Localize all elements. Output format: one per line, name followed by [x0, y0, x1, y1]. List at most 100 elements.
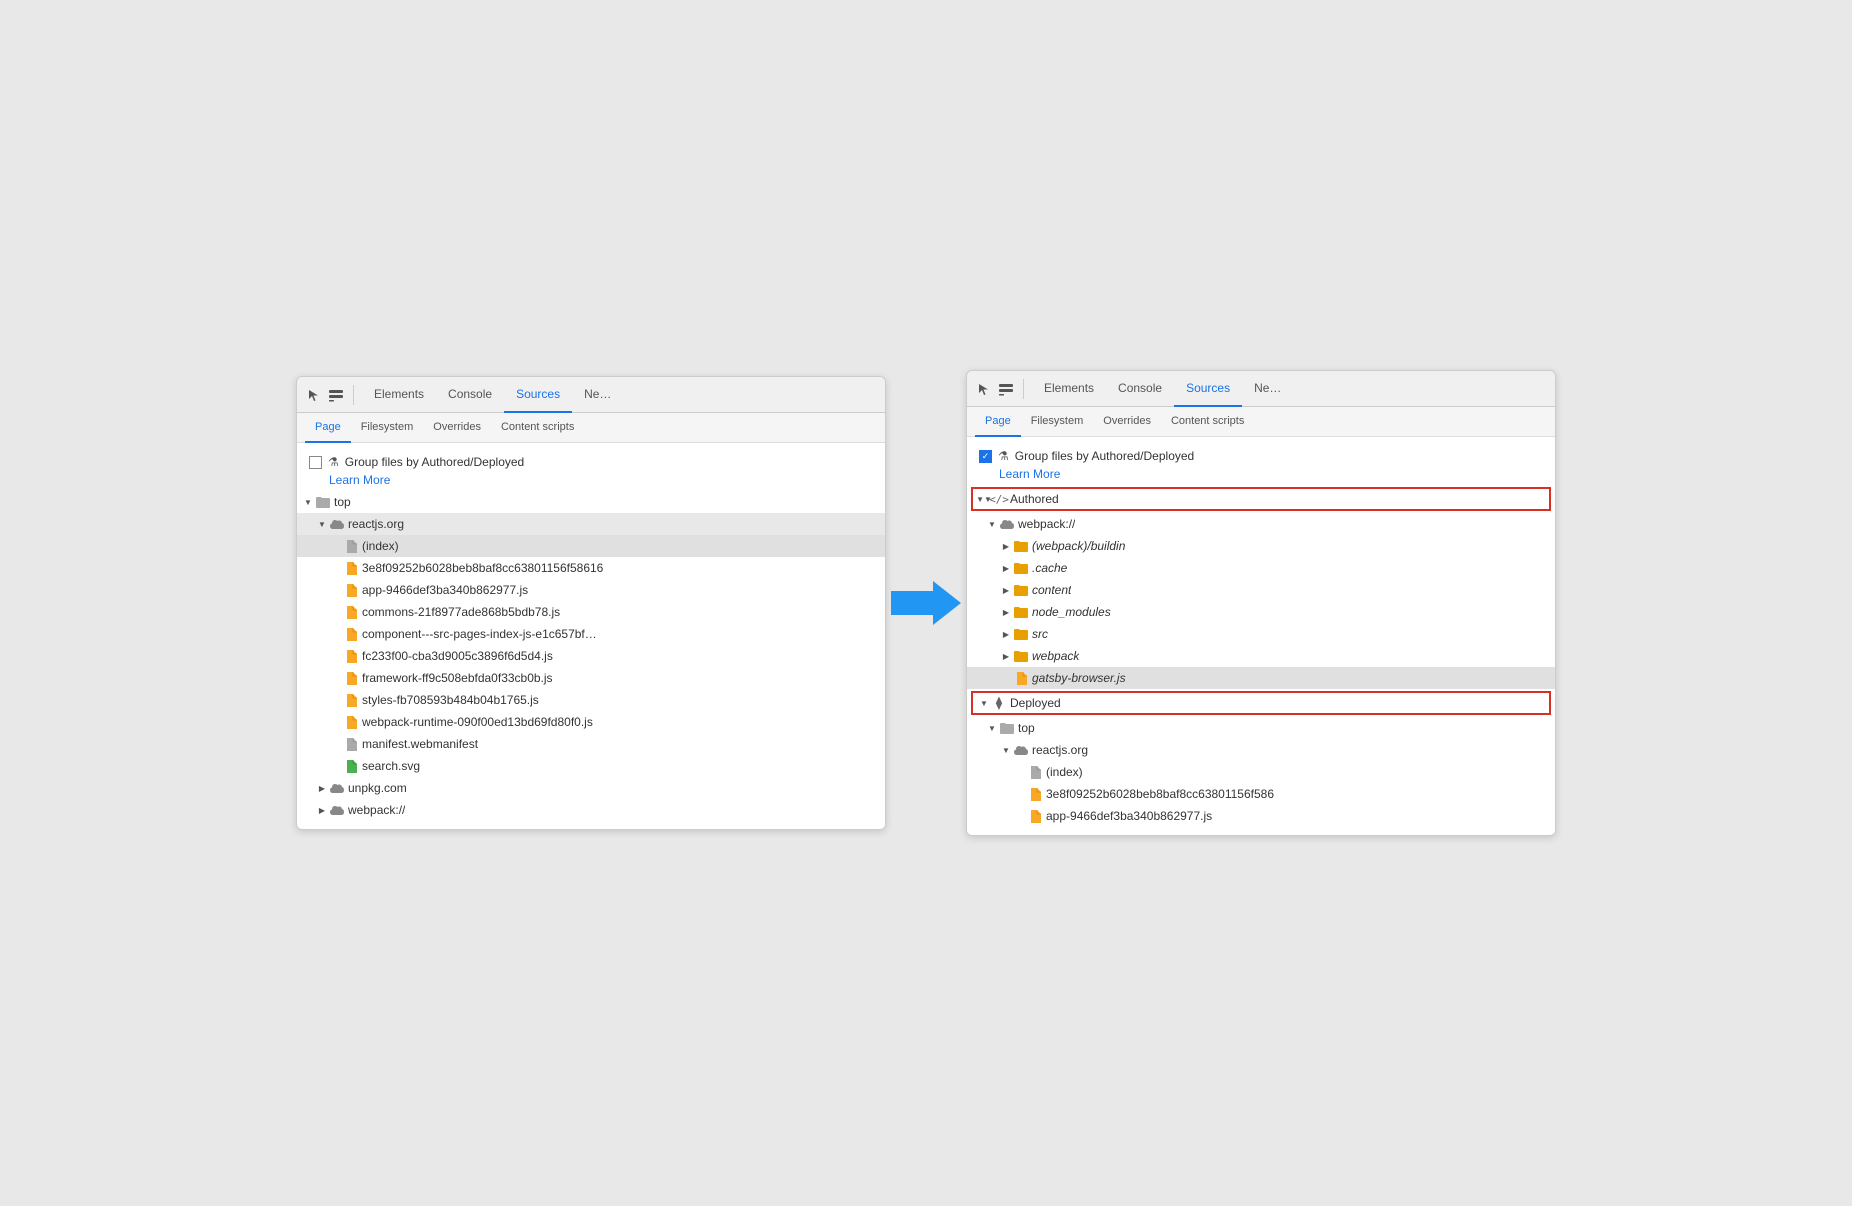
tab-console[interactable]: Console: [436, 377, 504, 413]
cloud-icon-webpack-right: [999, 516, 1015, 532]
subtab-overrides[interactable]: Overrides: [423, 413, 491, 443]
tree-item-unpkg[interactable]: unpkg.com: [297, 777, 885, 799]
tree-item-src[interactable]: src: [967, 623, 1555, 645]
deployed-section-header[interactable]: ▼ ⧫ Deployed: [971, 691, 1551, 715]
tree-item-file-1[interactable]: 3e8f09252b6028beb8baf8cc63801156f58616: [297, 557, 885, 579]
file-yellow-icon-5: [343, 648, 359, 664]
file-yellow-icon-7: [343, 692, 359, 708]
tree-item-file-3[interactable]: commons-21f8977ade868b5bdb78.js: [297, 601, 885, 623]
right-subtab-page[interactable]: Page: [975, 407, 1021, 437]
right-group-files-label: Group files by Authored/Deployed: [1015, 449, 1194, 463]
right-tree-file-2[interactable]: app-9466def3ba340b862977.js: [967, 805, 1555, 827]
subtab-filesystem[interactable]: Filesystem: [351, 413, 424, 443]
right-panel-content: ⚗ Group files by Authored/Deployed Learn…: [967, 437, 1555, 835]
right-tree-index[interactable]: (index): [967, 761, 1555, 783]
tree-item-cache[interactable]: .cache: [967, 557, 1555, 579]
right-layers-icon[interactable]: [997, 380, 1015, 398]
file-yellow-icon-8: [343, 714, 359, 730]
tree-item-gatsby[interactable]: gatsby-browser.js: [967, 667, 1555, 689]
arrow-webpack-left: [315, 803, 329, 817]
right-tab-elements[interactable]: Elements: [1032, 371, 1106, 407]
tree-item-webpack-folder[interactable]: webpack: [967, 645, 1555, 667]
tree-item-file-8[interactable]: webpack-runtime-090f00ed13bd69fd80f0.js: [297, 711, 885, 733]
tree-label-webpack-left: webpack://: [348, 803, 405, 817]
cloud-icon-right-reactjs: [1013, 742, 1029, 758]
right-subtab-overrides[interactable]: Overrides: [1093, 407, 1161, 437]
tree-item-buildin[interactable]: (webpack)/buildin: [967, 535, 1555, 557]
tree-item-svg[interactable]: search.svg: [297, 755, 885, 777]
tree-label-file-8: webpack-runtime-090f00ed13bd69fd80f0.js: [362, 715, 593, 729]
arrow-webpack-folder: [999, 649, 1013, 663]
file-yellow-icon-gatsby: [1013, 670, 1029, 686]
right-tab-more[interactable]: Ne…: [1242, 371, 1293, 407]
right-subtab-filesystem[interactable]: Filesystem: [1021, 407, 1094, 437]
folder-orange-icon-webpack: [1013, 648, 1029, 664]
file-yellow-icon-3: [343, 604, 359, 620]
file-yellow-icon-4: [343, 626, 359, 642]
arrow-right-reactjs: [999, 743, 1013, 757]
tree-label-file-6: framework-ff9c508ebfda0f33cb0b.js: [362, 671, 553, 685]
blue-arrow: [891, 581, 961, 625]
right-tree-top[interactable]: top: [967, 717, 1555, 739]
learn-more-link[interactable]: Learn More: [317, 473, 885, 491]
tree-label-file-5: fc233f00-cba3d9005c3896f6d5d4.js: [362, 649, 553, 663]
folder-orange-icon-cache: [1013, 560, 1029, 576]
code-icon-authored: </>: [991, 491, 1007, 507]
tree-item-manifest[interactable]: manifest.webmanifest: [297, 733, 885, 755]
right-tree-webpack[interactable]: webpack://: [967, 513, 1555, 535]
group-files-label: Group files by Authored/Deployed: [345, 455, 524, 469]
tab-elements[interactable]: Elements: [362, 377, 436, 413]
right-subtab-content-scripts[interactable]: Content scripts: [1161, 407, 1254, 437]
tree-label-top: top: [334, 495, 351, 509]
left-toolbar-tabs: Elements Console Sources Ne…: [362, 377, 877, 413]
cursor-icon[interactable]: [305, 386, 323, 404]
right-learn-more-link[interactable]: Learn More: [987, 467, 1555, 485]
group-files-checkbox[interactable]: [309, 456, 322, 469]
layers-icon[interactable]: [327, 386, 345, 404]
arrow-content: [999, 583, 1013, 597]
right-tree: ▼ </> Authored webpack://: [967, 487, 1555, 827]
tree-item-file-7[interactable]: styles-fb708593b484b04b1765.js: [297, 689, 885, 711]
tree-item-file-4[interactable]: component---src-pages-index-js-e1c657bf…: [297, 623, 885, 645]
tab-more[interactable]: Ne…: [572, 377, 623, 413]
tree-label-unpkg: unpkg.com: [348, 781, 407, 795]
right-tree-reactjs[interactable]: reactjs.org: [967, 739, 1555, 761]
toolbar-separator: [353, 385, 354, 405]
tree-label-manifest: manifest.webmanifest: [362, 737, 478, 751]
tree-label-right-index: (index): [1046, 765, 1083, 779]
arrow-cache: [999, 561, 1013, 575]
tree-item-content[interactable]: content: [967, 579, 1555, 601]
arrow-src: [999, 627, 1013, 641]
tree-item-file-2[interactable]: app-9466def3ba340b862977.js: [297, 579, 885, 601]
right-group-files-row: ⚗ Group files by Authored/Deployed: [967, 445, 1555, 467]
tree-item-webpack-left[interactable]: webpack://: [297, 799, 885, 821]
tree-item-file-5[interactable]: fc233f00-cba3d9005c3896f6d5d4.js: [297, 645, 885, 667]
authored-section-header[interactable]: ▼ </> Authored: [971, 487, 1551, 511]
folder-gray-icon-top-right: [999, 720, 1015, 736]
right-tree-file-1[interactable]: 3e8f09252b6028beb8baf8cc63801156f586: [967, 783, 1555, 805]
tree-label-svg: search.svg: [362, 759, 420, 773]
tree-label-file-2: app-9466def3ba340b862977.js: [362, 583, 528, 597]
right-cursor-icon[interactable]: [975, 380, 993, 398]
tree-label-right-file-2: app-9466def3ba340b862977.js: [1046, 809, 1212, 823]
left-panel-content: ⚗ Group files by Authored/Deployed Learn…: [297, 443, 885, 829]
subtab-content-scripts[interactable]: Content scripts: [491, 413, 584, 443]
cloud-icon-webpack-left: [329, 802, 345, 818]
right-tab-sources[interactable]: Sources: [1174, 371, 1242, 407]
tree-item-top[interactable]: top: [297, 491, 885, 513]
folder-orange-icon-node-modules: [1013, 604, 1029, 620]
right-group-files-checkbox[interactable]: [979, 450, 992, 463]
tab-sources[interactable]: Sources: [504, 377, 572, 413]
tree-item-reactjs[interactable]: reactjs.org: [297, 513, 885, 535]
tree-item-index[interactable]: (index): [297, 535, 885, 557]
arrow-unpkg: [315, 781, 329, 795]
right-tab-console[interactable]: Console: [1106, 371, 1174, 407]
subtab-page[interactable]: Page: [305, 413, 351, 443]
tree-label-buildin: (webpack)/buildin: [1032, 539, 1125, 553]
arrow-top: [301, 495, 315, 509]
tree-item-file-6[interactable]: framework-ff9c508ebfda0f33cb0b.js: [297, 667, 885, 689]
tree-item-node-modules[interactable]: node_modules: [967, 601, 1555, 623]
left-devtools-panel: Elements Console Sources Ne… Page Filesy…: [296, 376, 886, 830]
tree-label-content: content: [1032, 583, 1071, 597]
arrow-container: [886, 581, 966, 625]
